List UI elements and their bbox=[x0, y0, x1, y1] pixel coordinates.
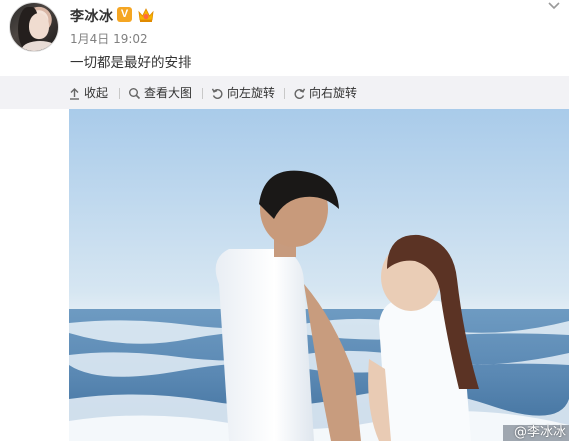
photo-watermark: @李冰冰 bbox=[513, 425, 566, 440]
rotate-left-label: 向左旋转 bbox=[227, 86, 276, 100]
post-photo[interactable]: @李冰冰 bbox=[69, 109, 569, 441]
rotate-right-label: 向右旋转 bbox=[309, 86, 358, 100]
chevron-down-icon[interactable] bbox=[547, 0, 561, 12]
weibo-post-card: 李冰冰 V 1月4日 19:02 一切都是最好的安排 收起 查看大图 向左旋转 … bbox=[0, 0, 569, 441]
magnifier-icon bbox=[129, 87, 141, 99]
arrow-up-icon bbox=[70, 87, 79, 100]
image-toolbar: 收起 查看大图 向左旋转 向右旋转 bbox=[0, 76, 569, 109]
divider bbox=[284, 88, 285, 99]
avatar[interactable] bbox=[9, 2, 59, 52]
view-large-button[interactable]: 查看大图 bbox=[128, 85, 192, 101]
post-header: 李冰冰 V 1月4日 19:02 一切都是最好的安排 bbox=[0, 0, 569, 76]
rotate-right-icon bbox=[294, 87, 306, 99]
post-text: 一切都是最好的安排 bbox=[70, 55, 192, 71]
member-crown-icon[interactable] bbox=[137, 6, 155, 23]
collapse-label: 收起 bbox=[84, 86, 109, 100]
verified-badge-icon[interactable]: V bbox=[117, 7, 132, 22]
rotate-left-button[interactable]: 向左旋转 bbox=[211, 85, 275, 101]
rotate-right-button[interactable]: 向右旋转 bbox=[293, 85, 357, 101]
divider bbox=[202, 88, 203, 99]
divider bbox=[119, 88, 120, 99]
rotate-left-icon bbox=[211, 87, 223, 99]
collapse-button[interactable]: 收起 bbox=[68, 85, 108, 101]
beach-couple-image bbox=[69, 109, 569, 441]
view-large-label: 查看大图 bbox=[144, 86, 193, 100]
username-link[interactable]: 李冰冰 bbox=[70, 6, 114, 26]
post-timestamp[interactable]: 1月4日 19:02 bbox=[70, 30, 148, 47]
